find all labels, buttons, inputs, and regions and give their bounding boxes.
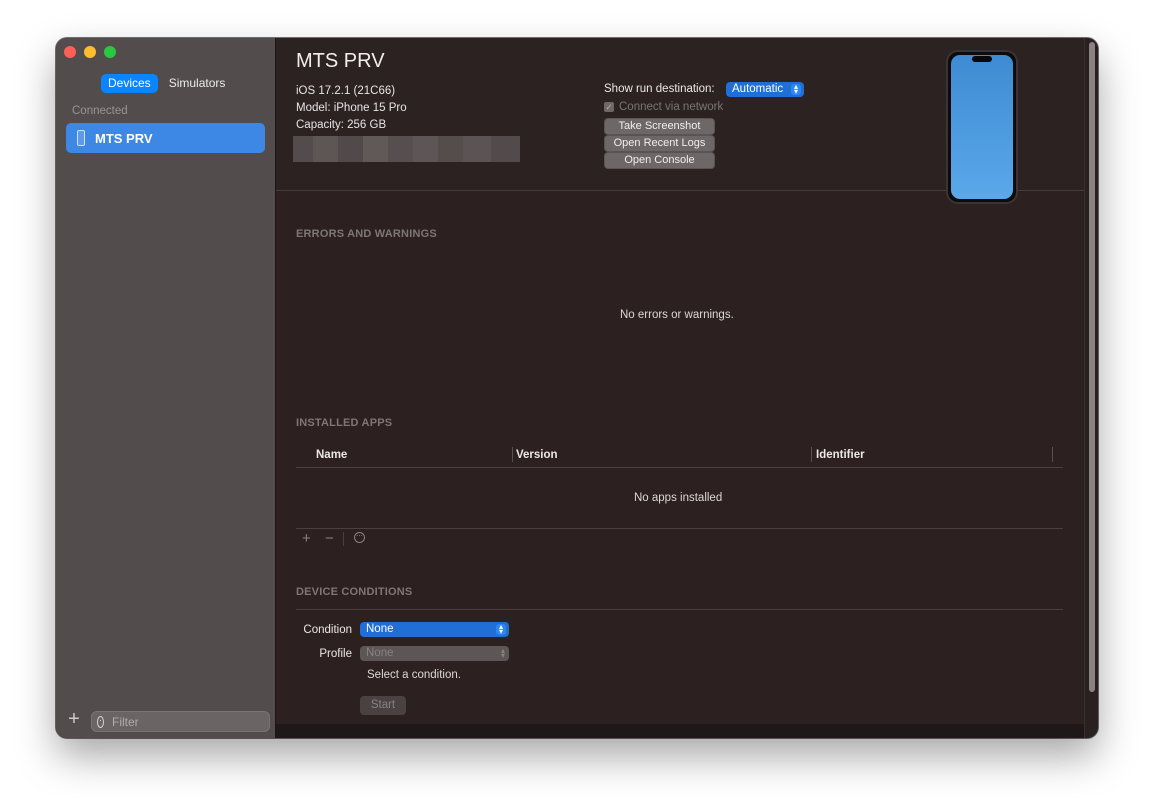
add-app-button[interactable]: + — [302, 530, 311, 547]
condition-popup[interactable]: None ▴ ▾ — [360, 622, 509, 637]
column-separator — [512, 447, 513, 462]
filter-field[interactable] — [91, 711, 270, 732]
device-title: MTS PRV — [296, 50, 385, 72]
tab-devices[interactable]: Devices — [101, 74, 158, 93]
iphone-icon — [77, 130, 85, 146]
errors-empty-message: No errors or warnings. — [620, 309, 734, 321]
installed-apps-section-title: INSTALLED APPS — [296, 417, 393, 429]
device-capacity: Capacity: 256 GB — [296, 119, 387, 131]
device-conditions-section-title: DEVICE CONDITIONS — [296, 586, 413, 598]
bottom-strip — [276, 724, 1084, 738]
device-preview-iphone — [946, 50, 1018, 204]
column-separator — [1052, 447, 1053, 462]
run-destination-popup[interactable]: Automatic ▴ ▾ — [726, 82, 804, 97]
remove-app-button[interactable]: − — [325, 530, 334, 547]
close-window-button[interactable] — [64, 46, 76, 58]
devices-window: Devices Simulators Connected MTS PRV + M… — [56, 38, 1098, 738]
column-separator — [811, 447, 812, 462]
more-options-icon[interactable]: ⋯ — [354, 532, 365, 543]
zoom-window-button[interactable] — [104, 46, 116, 58]
apps-table-bottom-border — [296, 528, 1063, 529]
device-header: MTS PRV iOS 17.2.1 (21C66) Model: iPhone… — [276, 38, 1084, 204]
connected-section-label: Connected — [72, 105, 128, 117]
minimize-window-button[interactable] — [84, 46, 96, 58]
filter-icon — [97, 715, 104, 728]
condition-hint: Select a condition. — [367, 669, 461, 681]
filter-input[interactable] — [110, 713, 269, 730]
section-divider — [296, 609, 1063, 610]
errors-section-title: ERRORS AND WARNINGS — [296, 228, 437, 240]
open-recent-logs-button[interactable]: Open Recent Logs — [605, 136, 714, 151]
chevron-up-down-icon: ▴ ▾ — [791, 83, 801, 96]
checkmark-icon: ✓ — [604, 102, 614, 112]
sidebar: Devices Simulators Connected MTS PRV + — [56, 38, 276, 738]
ios-version: iOS 17.2.1 (21C66) — [296, 85, 396, 97]
add-device-button[interactable]: + — [65, 709, 83, 729]
dynamic-island — [972, 56, 992, 62]
profile-label: Profile — [319, 648, 352, 660]
connect-via-network-label: Connect via network — [619, 101, 724, 113]
main-panel: MTS PRV iOS 17.2.1 (21C66) Model: iPhone… — [276, 38, 1098, 738]
sidebar-item-device[interactable]: MTS PRV — [66, 123, 265, 153]
apps-empty-message: No apps installed — [634, 492, 723, 504]
run-destination-label: Show run destination: — [604, 83, 715, 95]
vertical-scrollbar[interactable] — [1084, 38, 1098, 738]
condition-label: Condition — [303, 624, 352, 636]
devices-simulators-segmented-control: Devices Simulators — [101, 74, 232, 93]
open-console-button[interactable]: Open Console — [605, 153, 714, 168]
chevron-up-down-icon: ▴ ▾ — [500, 646, 505, 660]
column-identifier[interactable]: Identifier — [816, 449, 865, 461]
column-name[interactable]: Name — [316, 449, 347, 461]
scrollbar-thumb[interactable] — [1089, 42, 1095, 692]
device-screen — [951, 55, 1013, 199]
redacted-identifier — [293, 136, 520, 162]
tab-simulators[interactable]: Simulators — [162, 74, 233, 93]
profile-popup: None ▴ ▾ — [360, 646, 509, 661]
apps-table-header: Name Version Identifier — [296, 445, 1063, 468]
toolbar-separator — [343, 532, 344, 546]
take-screenshot-button[interactable]: Take Screenshot — [605, 119, 714, 134]
sidebar-item-label: MTS PRV — [95, 130, 153, 146]
profile-value: None — [366, 647, 394, 659]
chevron-up-down-icon: ▴ ▾ — [496, 623, 506, 636]
column-version[interactable]: Version — [516, 449, 558, 461]
connect-via-network-checkbox[interactable]: ✓ Connect via network — [604, 101, 723, 113]
run-destination-value: Automatic — [732, 83, 784, 95]
condition-value: None — [366, 623, 394, 635]
device-model: Model: iPhone 15 Pro — [296, 102, 407, 114]
start-condition-button: Start — [360, 696, 406, 715]
